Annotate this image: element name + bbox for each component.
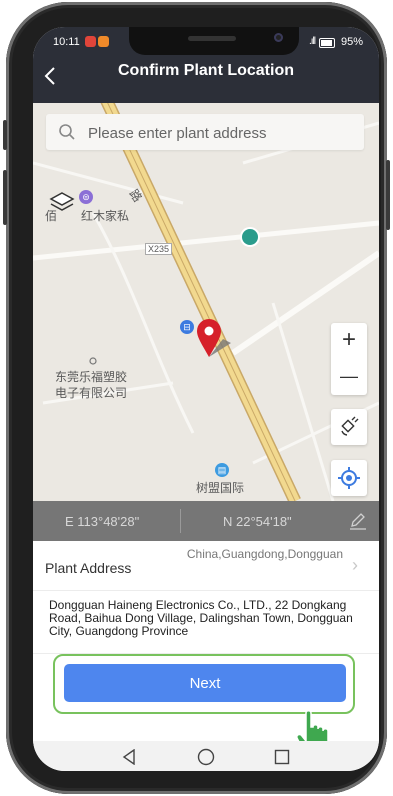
system-nav-bar [33,741,379,771]
coordinates-divider [180,509,181,533]
status-bar: 10:11 .ıll 95% [33,27,379,57]
nav-recent-icon[interactable] [274,749,290,765]
chevron-left-icon [44,67,55,85]
edit-icon[interactable] [349,512,367,530]
bus-stop-icon: ⊜ [79,190,93,204]
chevron-right-icon[interactable]: › [352,555,358,576]
page-title: Confirm Plant Location [118,62,294,79]
search-icon [59,124,75,140]
speaker-grille [188,36,236,41]
longitude-value: E 113°48'28" [65,514,140,529]
map-label-poi: 佰 [45,209,58,223]
locate-icon [338,467,360,489]
phone-side-button [3,170,7,225]
map-pin-icon [197,319,231,357]
address-panel: Plant Address China,Guangdong,Dongguan ›… [33,541,379,754]
search-input[interactable] [86,114,360,152]
divider [33,590,379,591]
coordinates-bar: E 113°48'28" N 22°54'18" [33,501,379,541]
poi-marker-icon [89,357,97,365]
camera-notch [129,27,299,55]
map-label-company-line2: 电子有限公司 [55,386,128,400]
next-button[interactable]: Next [64,664,346,702]
nav-back-icon[interactable] [121,749,137,765]
satellite-icon [341,416,359,436]
status-time: 10:11 [53,36,80,48]
screen: 10:11 .ıll 95% Confirm Plant Location Pl… [33,27,379,771]
building-icon: ▤ [215,463,229,477]
front-camera [274,33,283,42]
bus-stop-icon: ⊟ [180,320,194,334]
location-dot-icon [242,229,258,245]
address-search-bar[interactable] [46,114,364,152]
zoom-out-button[interactable]: — [331,359,367,395]
map-view[interactable]: ⊜ 佰 红木家私 路 X235 ⊟ 东莞乐福塑胶 电子有限公司 ▤ 树盟国际 +… [33,103,379,501]
back-button[interactable] [43,65,57,93]
plant-address-value[interactable]: China,Guangdong,Dongguan [183,547,343,561]
my-location-button[interactable] [331,460,367,496]
battery-level: 95% [340,36,363,48]
signal-icon: .ıll [309,36,316,47]
plant-address-label: Plant Address [45,560,132,576]
notification-icon [98,36,109,47]
map-roads [33,103,379,501]
zoom-controls: + — [331,323,367,395]
satellite-toggle-button[interactable] [331,409,367,445]
next-button-highlight: Next [53,654,355,714]
map-label-landmark: 树盟国际 [196,481,245,495]
nav-home-icon[interactable] [197,748,215,766]
zoom-in-button[interactable]: + [331,323,367,359]
app-header: Confirm Plant Location [33,57,379,103]
map-label-company-line1: 东莞乐福塑胶 [55,370,128,384]
battery-icon [319,38,335,48]
latitude-value: N 22°54'18" [223,514,292,529]
notification-icon [85,36,96,47]
phone-side-button [3,120,7,150]
map-label-road-code: X235 [145,243,173,255]
full-address-text: Dongguan Haineng Electronics Co., LTD., … [49,598,353,638]
phone-side-button [386,160,390,230]
map-label-poi-name: 红木家私 [81,209,130,223]
